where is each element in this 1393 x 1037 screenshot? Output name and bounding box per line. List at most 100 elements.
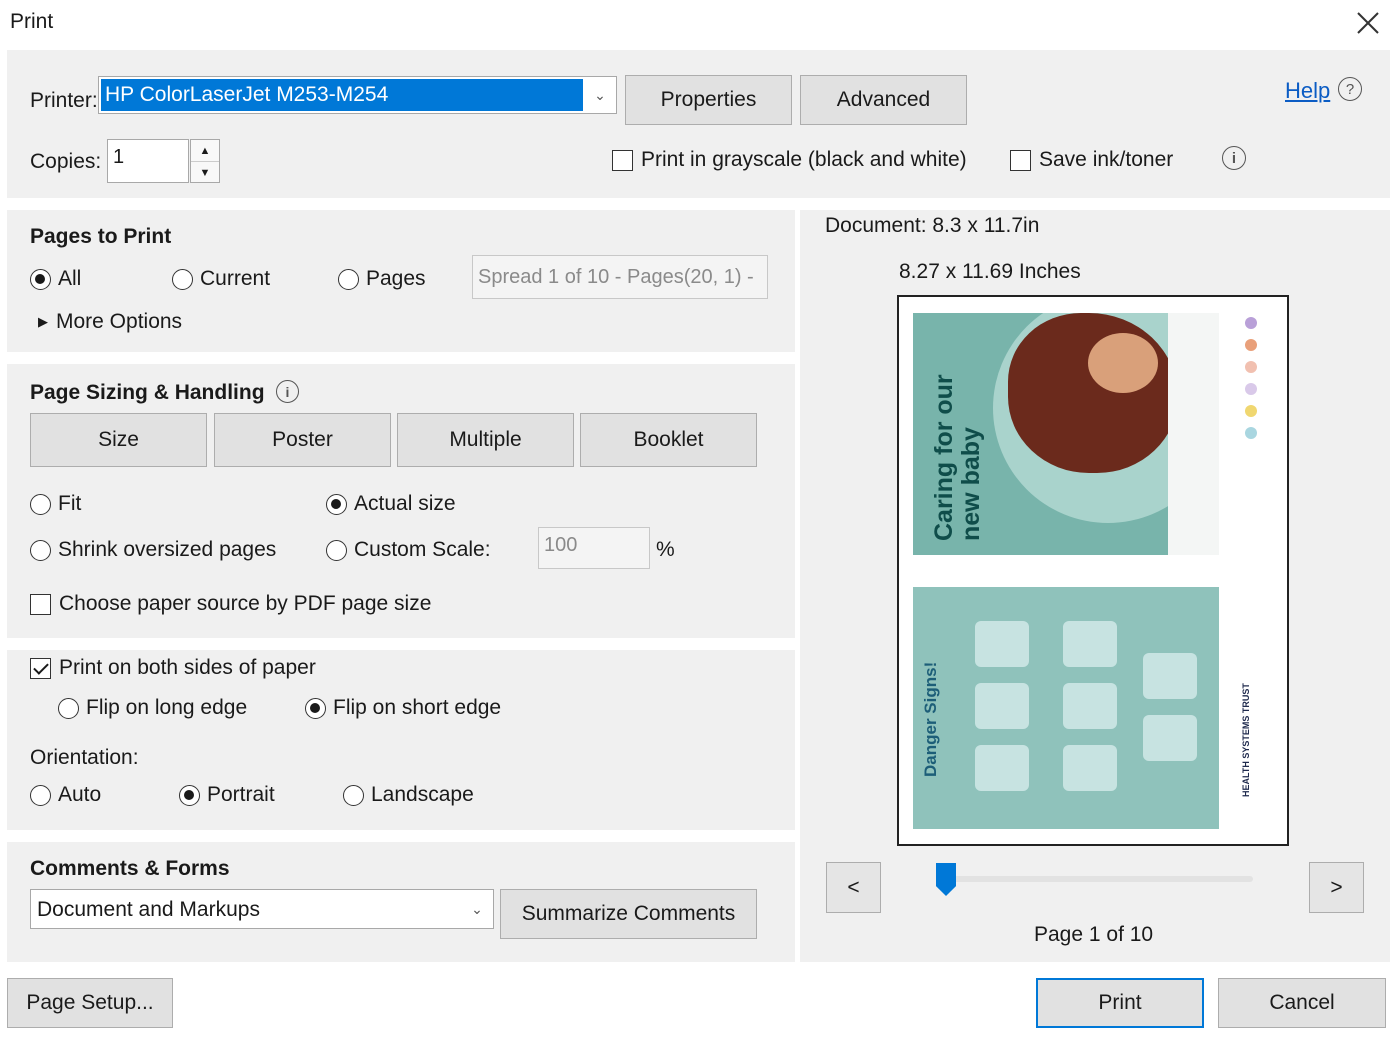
both-sides-box[interactable] <box>30 657 51 679</box>
printer-select-value: HP ColorLaserJet M253-M254 <box>101 79 583 111</box>
paper-source-box[interactable] <box>30 593 51 615</box>
help-link[interactable]: Help <box>1285 78 1330 104</box>
comments-select-value: Document and Markups <box>37 898 260 921</box>
preview-danger-tile <box>975 621 1029 667</box>
grayscale-box[interactable] <box>612 149 633 171</box>
preview-top-title: Caring for our new baby <box>930 374 985 541</box>
preview-danger-tile <box>1143 715 1197 761</box>
comments-select[interactable]: Document and Markups ⌄ <box>30 889 494 929</box>
both-sides-checkbox[interactable]: Print on both sides of paper <box>30 656 316 680</box>
next-page-button[interactable]: > <box>1309 862 1364 913</box>
preview-danger-tile <box>975 683 1029 729</box>
grayscale-label: Print in grayscale (black and white) <box>641 148 967 171</box>
custom-scale-input[interactable]: 100 <box>538 527 650 569</box>
radio-fit[interactable]: Fit <box>30 492 81 516</box>
radio-actual-size-label: Actual size <box>354 492 456 515</box>
tab-booklet[interactable]: Booklet <box>580 413 757 467</box>
preview-danger-tile <box>1063 683 1117 729</box>
orientation-label: Orientation: <box>30 746 139 769</box>
sizing-info-icon[interactable]: i <box>276 380 299 403</box>
sizing-heading: Page Sizing & Handling <box>30 381 265 404</box>
radio-pages[interactable]: Pages <box>338 267 426 291</box>
radio-actual-size[interactable]: Actual size <box>326 492 456 516</box>
page-preview: Caring for our new baby Danger Signs! HE… <box>897 295 1289 846</box>
stepper-down-icon[interactable]: ▼ <box>191 162 219 183</box>
comments-heading: Comments & Forms <box>30 857 230 880</box>
both-sides-label: Print on both sides of paper <box>59 656 316 679</box>
paper-dimensions-label: 8.27 x 11.69 Inches <box>899 260 1081 283</box>
radio-landscape[interactable]: Landscape <box>343 783 474 807</box>
tab-poster[interactable]: Poster <box>214 413 391 467</box>
radio-shrink-dot[interactable] <box>30 539 51 561</box>
preview-baby-illustration <box>1088 333 1158 393</box>
cancel-button[interactable]: Cancel <box>1218 978 1386 1028</box>
radio-long-edge-dot[interactable] <box>58 697 79 719</box>
tab-multiple[interactable]: Multiple <box>397 413 574 467</box>
chevron-down-icon: ⌄ <box>594 86 606 103</box>
advanced-button[interactable]: Advanced <box>800 75 967 125</box>
radio-custom-scale-label: Custom Scale: <box>354 538 491 561</box>
copies-stepper[interactable]: ▲ ▼ <box>190 139 220 183</box>
radio-current[interactable]: Current <box>172 267 270 291</box>
radio-custom-scale-dot[interactable] <box>326 539 347 561</box>
radio-short-edge-label: Flip on short edge <box>333 696 502 719</box>
print-button[interactable]: Print <box>1036 978 1204 1028</box>
copies-input[interactable]: 1 <box>107 139 189 183</box>
previous-page-button[interactable]: < <box>826 862 881 913</box>
radio-landscape-dot[interactable] <box>343 784 364 806</box>
page-setup-button[interactable]: Page Setup... <box>7 978 173 1028</box>
window-title: Print <box>10 10 54 33</box>
page-slider-track[interactable] <box>940 876 1253 882</box>
help-icon[interactable]: ? <box>1338 77 1362 101</box>
info-icon[interactable]: i <box>1222 146 1246 170</box>
preview-bottom-title: Danger Signs! <box>921 661 940 777</box>
save-ink-box[interactable] <box>1010 149 1031 171</box>
preview-top-title-line1: Caring for our <box>930 374 958 541</box>
document-size-label: Document: 8.3 x 11.7in <box>825 214 1040 237</box>
radio-landscape-label: Landscape <box>371 783 474 806</box>
radio-fit-dot[interactable] <box>30 493 51 515</box>
radio-all-dot[interactable] <box>30 268 51 290</box>
radio-auto-label: Auto <box>58 783 102 806</box>
radio-short-edge-dot[interactable] <box>305 697 326 719</box>
copies-label: Copies: <box>30 150 102 173</box>
save-ink-checkbox[interactable]: Save ink/toner <box>1010 148 1173 172</box>
properties-button[interactable]: Properties <box>625 75 792 125</box>
radio-shrink-label: Shrink oversized pages <box>58 538 277 561</box>
preview-danger-tile <box>1063 745 1117 791</box>
radio-long-edge-label: Flip on long edge <box>86 696 248 719</box>
printer-select[interactable]: HP ColorLaserJet M253-M254 ⌄ <box>98 76 617 114</box>
stepper-up-icon[interactable]: ▲ <box>191 140 219 162</box>
radio-portrait-dot[interactable] <box>179 784 200 806</box>
radio-pages-label: Pages <box>366 267 426 290</box>
summarize-comments-button[interactable]: Summarize Comments <box>500 889 757 939</box>
preview-danger-tile <box>1143 653 1197 699</box>
radio-pages-dot[interactable] <box>338 268 359 290</box>
grayscale-checkbox[interactable]: Print in grayscale (black and white) <box>612 148 967 172</box>
percent-label: % <box>656 538 675 561</box>
tab-size[interactable]: Size <box>30 413 207 467</box>
preview-bottom-logo: HEALTH SYSTEMS TRUST <box>1241 683 1251 797</box>
page-indicator: Page 1 of 10 <box>1034 923 1154 946</box>
paper-source-checkbox[interactable]: Choose paper source by PDF page size <box>30 592 431 616</box>
radio-actual-size-dot[interactable] <box>326 493 347 515</box>
radio-long-edge[interactable]: Flip on long edge <box>58 696 247 720</box>
chevron-down-icon: ⌄ <box>471 900 483 917</box>
radio-auto[interactable]: Auto <box>30 783 101 807</box>
radio-fit-label: Fit <box>58 492 82 515</box>
preview-danger-tile <box>975 745 1029 791</box>
radio-short-edge[interactable]: Flip on short edge <box>305 696 501 720</box>
radio-portrait[interactable]: Portrait <box>179 783 275 807</box>
close-icon[interactable] <box>1355 10 1381 36</box>
radio-custom-scale[interactable]: Custom Scale: <box>326 538 491 562</box>
more-options-toggle[interactable]: ▶ More Options <box>38 310 182 334</box>
radio-current-dot[interactable] <box>172 268 193 290</box>
paper-source-label: Choose paper source by PDF page size <box>59 592 432 615</box>
radio-all[interactable]: All <box>30 267 81 291</box>
preview-icon-column <box>1245 317 1259 457</box>
pages-range-input[interactable]: Spread 1 of 10 - Pages(20, 1) - <box>472 255 768 299</box>
radio-current-label: Current <box>200 267 271 290</box>
radio-auto-dot[interactable] <box>30 784 51 806</box>
radio-shrink[interactable]: Shrink oversized pages <box>30 538 276 562</box>
radio-all-label: All <box>58 267 82 290</box>
